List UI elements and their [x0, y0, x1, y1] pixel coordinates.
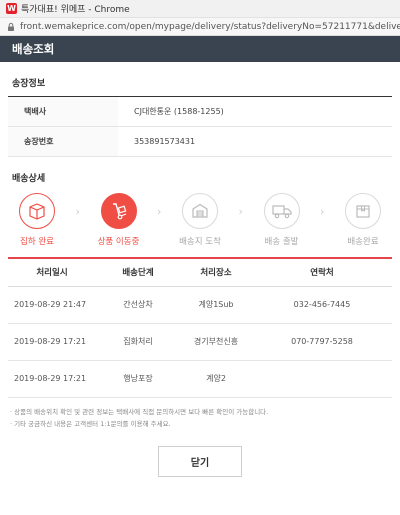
close-button[interactable]: 닫기: [158, 445, 242, 477]
content: 송장정보 택배사 CJ대한통운 (1588-1255) 송장번호 3538915…: [0, 62, 400, 477]
hand-truck-icon: [112, 203, 126, 220]
table-row: 2019-08-29 17:21 집화처리 경기부천신흥 070-7797-52…: [8, 323, 392, 361]
cell-time: 2019-08-29 17:21: [8, 323, 96, 361]
tracking-table: 처리일시 배송단계 처리장소 연락처 2019-08-29 21:47 간선상차…: [8, 257, 392, 398]
url-text: front.wemakeprice.com/open/mypage/delive…: [20, 21, 400, 32]
invoice-table: 택배사 CJ대한통운 (1588-1255) 송장번호 353891573431: [8, 96, 392, 157]
close-button-wrap: 닫기: [8, 445, 392, 477]
table-row: 2019-08-29 21:47 간선상차 계양1Sub 032-456-744…: [8, 286, 392, 324]
invoice-row: 송장번호 353891573431: [8, 126, 392, 157]
lock-icon: [8, 22, 14, 31]
cell-time: 2019-08-29 21:47: [8, 286, 96, 324]
step-label: 배송 출발: [264, 237, 299, 247]
note-text: · 상품의 배송위치 확인 및 관련 정보는 택배사에 직접 문의하시면 보다 …: [10, 407, 269, 416]
window-titlebar: W 특가대표! 위메프 - Chrome: [0, 0, 400, 18]
step-label: 집하 완료: [20, 237, 54, 247]
step-pickup-complete: 집하 완료: [10, 193, 64, 247]
tracking-number-label: 송장번호: [8, 126, 118, 157]
chevron-right-icon: ›: [238, 204, 243, 218]
cell-place: 계양1Sub: [180, 286, 252, 324]
column-header: 배송단계: [96, 258, 180, 287]
tracking-number-value: 353891573431: [118, 126, 392, 157]
step-arrived: 배송지 도착: [173, 193, 227, 247]
column-header: 처리장소: [180, 258, 252, 287]
truck-icon: [271, 205, 292, 219]
notes: · 상품의 배송위치 확인 및 관련 정보는 택배사에 직접 문의하시면 보다 …: [8, 406, 392, 430]
cell-stage: 간선상차: [96, 286, 180, 324]
details-section-title: 배송상세: [12, 174, 46, 184]
cell-place: 계양2: [180, 360, 252, 398]
package-icon: [356, 205, 370, 218]
table-row: 2019-08-29 17:21 행낭포장 계양2: [8, 360, 392, 398]
warehouse-icon: [192, 203, 208, 218]
invoice-row: 택배사 CJ대한통운 (1588-1255): [8, 96, 392, 127]
page-header: 배송조회: [0, 36, 400, 62]
step-out-for-delivery: 배송 출발: [255, 193, 309, 247]
invoice-section-title: 송장정보: [12, 79, 46, 89]
cell-stage: 집화처리: [96, 323, 180, 361]
chevron-right-icon: ›: [320, 204, 325, 218]
step-delivered: 배송완료: [336, 193, 390, 247]
cell-stage: 행낭포장: [96, 360, 180, 398]
window-title: 특가대표! 위메프 - Chrome: [21, 5, 130, 15]
cell-place: 경기부천신흥: [180, 323, 252, 361]
wemakeprice-logo-icon: W: [6, 3, 17, 14]
step-label: 배송지 도착: [179, 237, 221, 247]
cell-contact: [252, 360, 392, 398]
delivery-steps: 집하 완료 › 상품 이동중 › 배송지 도착 › 배송 출발 › 배송완료: [8, 193, 392, 247]
chevron-right-icon: ›: [157, 204, 162, 218]
cell-time: 2019-08-29 17:21: [8, 360, 96, 398]
note-text: · 기타 궁금하신 내용은 고객센터 1:1문의를 이용해 주세요.: [10, 419, 171, 428]
courier-value: CJ대한통운 (1588-1255): [118, 96, 392, 127]
column-header: 연락처: [252, 258, 392, 287]
step-in-transit: 상품 이동중: [92, 193, 146, 247]
box-icon: [29, 203, 45, 220]
cell-contact: 032-456-7445: [252, 286, 392, 324]
cell-contact: 070-7797-5258: [252, 323, 392, 361]
address-bar[interactable]: front.wemakeprice.com/open/mypage/delive…: [0, 18, 400, 36]
page-title: 배송조회: [12, 42, 55, 56]
courier-label: 택배사: [8, 96, 118, 127]
chevron-right-icon: ›: [75, 204, 80, 218]
step-label: 상품 이동중: [97, 237, 140, 247]
column-header: 처리일시: [8, 258, 96, 287]
step-label: 배송완료: [347, 237, 379, 247]
tracking-header-row: 처리일시 배송단계 처리장소 연락처: [8, 258, 392, 287]
